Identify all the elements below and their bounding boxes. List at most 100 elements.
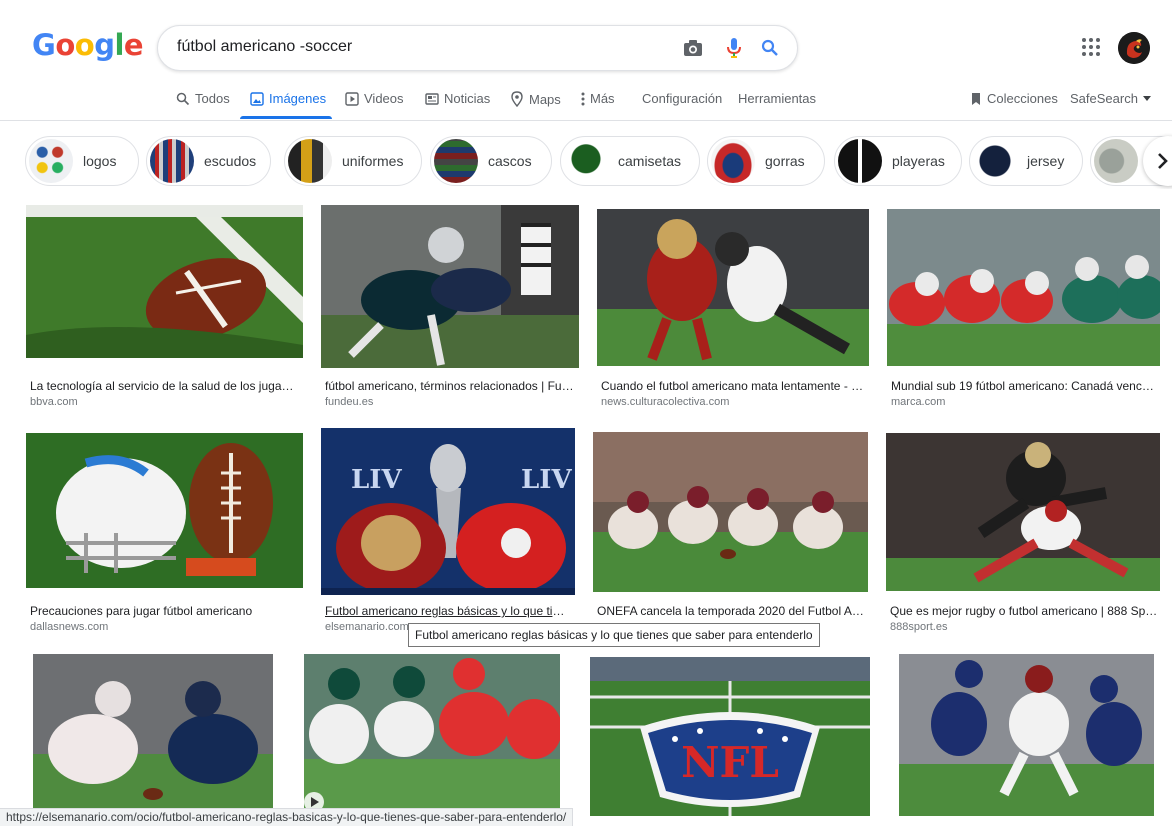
result-title[interactable]: La tecnología al servicio de la salud de… <box>30 379 298 393</box>
result-image[interactable] <box>26 433 303 588</box>
result-title[interactable]: fútbol americano, términos relacionados … <box>325 379 575 393</box>
result-image[interactable] <box>26 205 303 358</box>
search-tabs: Todos Imágenes Videos Noticias Maps Más … <box>0 84 1172 120</box>
chip-label: playeras <box>892 153 945 169</box>
result-card[interactable]: fútbol americano, términos relacionados … <box>321 205 579 410</box>
result-image[interactable] <box>597 209 869 366</box>
nfl-logo-text: NFL <box>681 738 779 787</box>
result-image[interactable]: NFL <box>590 657 870 816</box>
result-image[interactable] <box>899 654 1154 816</box>
result-card[interactable]: La tecnología al servicio de la salud de… <box>26 205 303 410</box>
result-image[interactable]: LIV LIV <box>321 428 575 595</box>
result-card[interactable] <box>304 654 560 816</box>
chip-thumbnail <box>434 139 478 183</box>
chip-thumbnail <box>711 139 755 183</box>
chip-thumbnail <box>973 139 1017 183</box>
lv-logo-left: LIV <box>351 465 402 495</box>
result-card[interactable]: Mundial sub 19 fútbol americano: Canadá … <box>887 209 1160 410</box>
logo-letter: o <box>74 28 95 62</box>
result-title[interactable]: Precauciones para jugar fútbol americano <box>30 604 298 618</box>
tab-label: Videos <box>364 91 404 106</box>
status-bar-url: https://elsemanario.com/ocio/futbol-amer… <box>0 808 574 826</box>
result-title[interactable]: Mundial sub 19 fútbol americano: Canadá … <box>891 379 1157 393</box>
caret-down-icon <box>1142 95 1151 101</box>
result-title[interactable]: Cuando el futbol americano mata lentamen… <box>601 379 865 393</box>
map-pin-icon <box>511 91 523 107</box>
result-card[interactable] <box>33 654 273 816</box>
result-image[interactable] <box>321 205 579 368</box>
tab-label: Imágenes <box>269 91 327 106</box>
chip-gorras[interactable]: gorras <box>707 136 825 186</box>
tab-mas[interactable]: Más <box>581 91 615 106</box>
result-source[interactable]: news.culturacolectiva.com <box>601 396 729 408</box>
result-card[interactable]: ONEFA cancela la temporada 2020 del Futb… <box>593 432 868 633</box>
chip-label: cascos <box>488 153 532 169</box>
chip-camisetas[interactable]: camisetas <box>560 136 700 186</box>
google-logo[interactable]: Google <box>32 28 144 62</box>
result-card[interactable]: NFL <box>590 657 870 816</box>
apps-grid-icon[interactable] <box>1079 35 1103 59</box>
chip-logos[interactable]: logos <box>25 136 139 186</box>
result-image[interactable] <box>304 654 560 816</box>
result-source[interactable]: dallasnews.com <box>30 621 108 633</box>
active-tab-indicator <box>240 116 332 119</box>
tab-maps[interactable]: Maps <box>510 91 561 107</box>
chip-label: jersey <box>1027 153 1065 169</box>
tab-imagenes[interactable]: Imágenes <box>250 91 326 106</box>
chip-jersey[interactable]: jersey <box>969 136 1083 186</box>
search-input[interactable]: fútbol americano -soccer <box>177 38 352 56</box>
tab-label: Todos <box>195 91 230 106</box>
safesearch-label: SafeSearch <box>1070 91 1138 106</box>
chip-thumbnail <box>150 139 194 183</box>
chip-uniformes[interactable]: uniformes <box>284 136 422 186</box>
related-chips: logos escudos uniformes cascos camisetas… <box>0 133 1172 189</box>
camera-icon[interactable] <box>681 36 705 60</box>
tab-todos[interactable]: Todos <box>176 91 230 106</box>
result-source[interactable]: bbva.com <box>30 396 78 408</box>
avatar[interactable] <box>1118 32 1150 64</box>
chip-cascos[interactable]: cascos <box>430 136 552 186</box>
more-vert-icon <box>581 92 585 105</box>
safesearch-dropdown[interactable]: SafeSearch <box>1070 91 1151 106</box>
tab-videos[interactable]: Videos <box>345 91 404 106</box>
tab-noticias[interactable]: Noticias <box>425 91 490 106</box>
chip-label: escudos <box>204 153 257 169</box>
search-box[interactable]: fútbol americano -soccer <box>157 25 798 71</box>
chip-thumbnail <box>288 139 332 183</box>
chip-escudos[interactable]: escudos <box>146 136 271 186</box>
result-card[interactable]: LIV LIV Futbol americano reglas básicas … <box>321 428 575 633</box>
tooltip: Futbol americano reglas básicas y lo que… <box>408 623 820 647</box>
microphone-icon[interactable] <box>722 36 746 60</box>
result-image[interactable] <box>593 432 868 592</box>
tab-label: Maps <box>529 91 561 107</box>
collections-link[interactable]: Colecciones <box>970 91 1058 106</box>
collections-label: Colecciones <box>987 91 1058 106</box>
tab-herramientas[interactable]: Herramientas <box>738 91 816 106</box>
result-card[interactable]: Cuando el futbol americano mata lentamen… <box>597 209 869 410</box>
logo-letter: g <box>94 28 115 62</box>
result-source[interactable]: 888sport.es <box>890 621 947 633</box>
result-image[interactable] <box>33 654 273 816</box>
result-image[interactable] <box>886 433 1160 591</box>
logo-letter: G <box>32 28 56 62</box>
newspaper-icon <box>425 92 439 105</box>
result-card[interactable]: Que es mejor rugby o futbol americano | … <box>886 433 1160 633</box>
tab-configuracion[interactable]: Configuración <box>642 91 722 106</box>
result-card[interactable]: Precauciones para jugar fútbol americano… <box>26 433 303 633</box>
chip-thumbnail <box>564 139 608 183</box>
result-title[interactable]: ONEFA cancela la temporada 2020 del Futb… <box>597 604 865 618</box>
tab-label: Noticias <box>444 91 491 106</box>
result-title[interactable]: Futbol americano reglas básicas y lo que… <box>325 604 571 618</box>
chip-label: camisetas <box>618 153 682 169</box>
chip-playeras[interactable]: playeras <box>834 136 962 186</box>
result-title[interactable]: Que es mejor rugby o futbol americano | … <box>890 604 1158 618</box>
result-card[interactable] <box>899 654 1154 816</box>
tab-label: Configuración <box>642 91 723 106</box>
result-image[interactable] <box>887 209 1160 366</box>
result-source[interactable]: elsemanario.com <box>325 621 409 633</box>
search-icon[interactable] <box>758 36 782 60</box>
result-source[interactable]: fundeu.es <box>325 396 373 408</box>
result-source[interactable]: marca.com <box>891 396 945 408</box>
lv-logo-right: LIV <box>521 465 572 495</box>
logo-letter: l <box>114 28 124 62</box>
